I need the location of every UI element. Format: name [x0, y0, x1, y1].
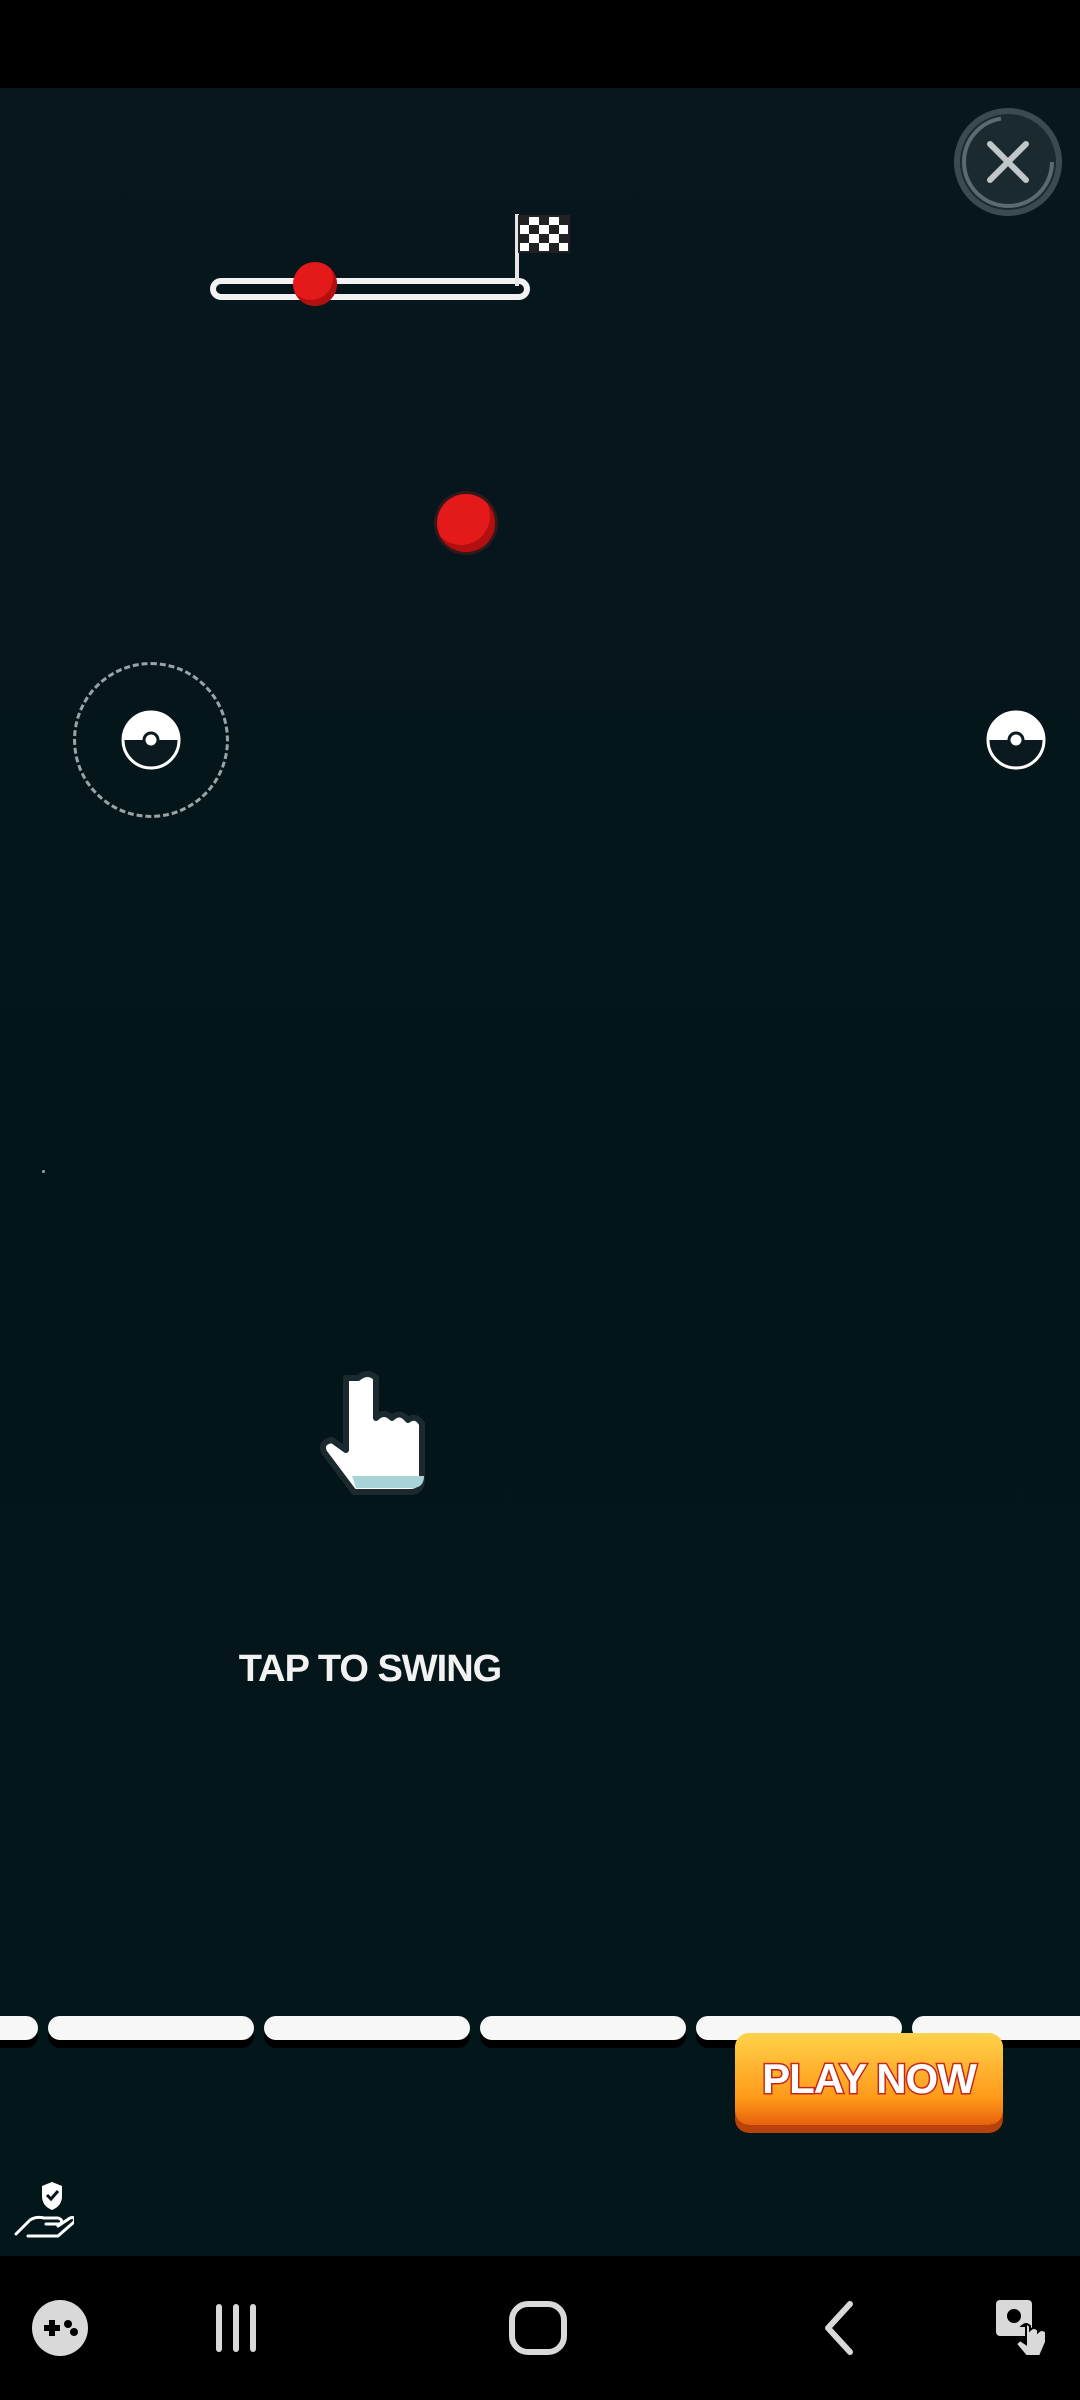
ad-privacy-icon[interactable]: [14, 2180, 74, 2242]
progress-marker: [292, 262, 337, 306]
pointing-hand-icon: [320, 1371, 425, 1495]
home-icon[interactable]: [506, 2296, 570, 2360]
platform-segment: [480, 2016, 686, 2040]
tap-to-swing-instruction: TAP TO SWING: [238, 1648, 502, 1690]
back-icon[interactable]: [810, 2296, 874, 2360]
close-icon: [962, 116, 1054, 208]
platform-segment: [0, 2016, 38, 2040]
close-ad-button[interactable]: [954, 108, 1062, 216]
accessibility-icon[interactable]: [990, 2296, 1054, 2360]
player-ball: [437, 494, 495, 552]
game-launcher-icon[interactable]: [28, 2296, 92, 2360]
debris-dot: [42, 1170, 45, 1173]
game-area[interactable]: TAP TO SWING PLAY NOW: [0, 88, 1080, 2256]
platform-segment: [48, 2016, 254, 2040]
checkered-flag-icon: [515, 214, 570, 286]
platform-segment: [264, 2016, 470, 2040]
play-now-button[interactable]: PLAY NOW: [735, 2033, 1003, 2125]
swing-anchor-icon[interactable]: [121, 710, 181, 770]
navigation-bar: [0, 2256, 1080, 2400]
recent-apps-icon[interactable]: [204, 2296, 268, 2360]
level-progress-bar: [210, 278, 530, 300]
swing-anchor-icon[interactable]: [986, 710, 1046, 770]
status-bar: [0, 0, 1080, 88]
play-now-label: PLAY NOW: [761, 2054, 979, 2104]
